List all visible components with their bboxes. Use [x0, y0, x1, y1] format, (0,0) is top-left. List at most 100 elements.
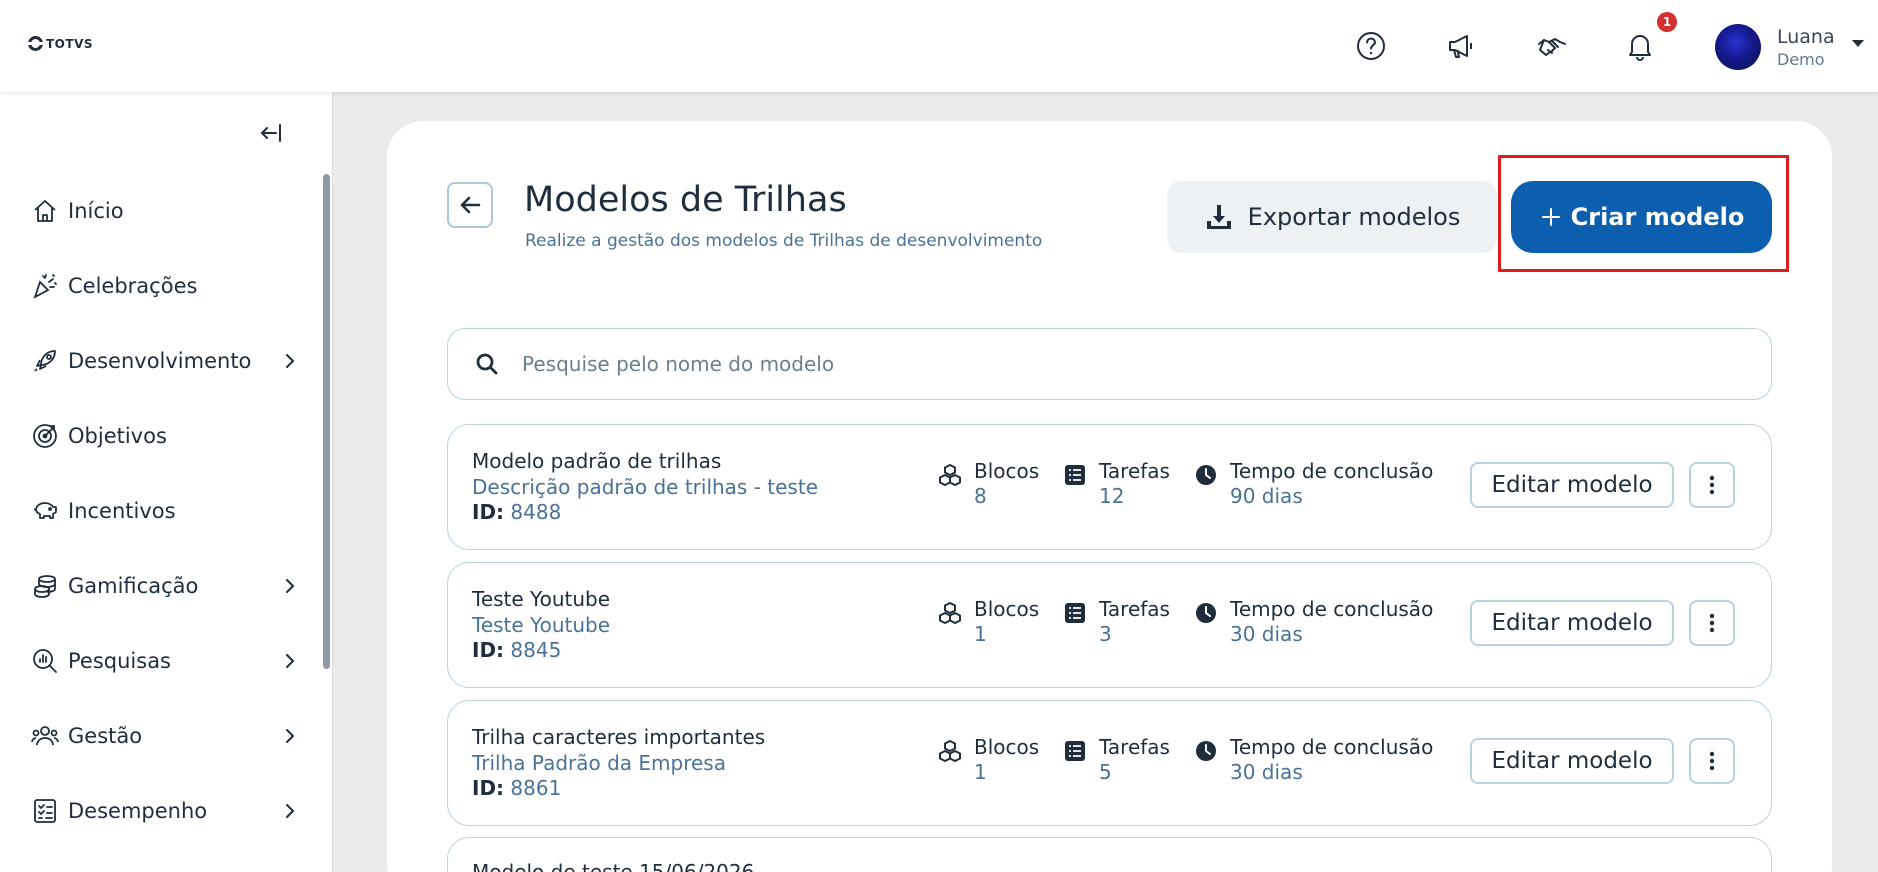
export-models-label: Exportar modelos: [1247, 203, 1461, 231]
sidebar-item-incentivos[interactable]: Incentivos: [30, 489, 300, 533]
stat-value: 8: [974, 484, 987, 508]
stat-value: 30 dias: [1230, 622, 1303, 646]
top-header: TOTVS 1 Luana Demo: [0, 0, 1878, 92]
more-vertical-icon: [1709, 751, 1715, 771]
search-input[interactable]: [522, 352, 1722, 376]
avatar[interactable]: [1715, 24, 1761, 70]
id-value: 8861: [510, 776, 562, 800]
model-id: ID: 8488: [472, 500, 561, 524]
stat-label: Tarefas: [1099, 459, 1170, 483]
id-label: ID:: [472, 776, 505, 800]
more-vertical-icon: [1709, 613, 1715, 633]
chevron-right-icon: [286, 729, 295, 743]
sidebar-item-objetivos[interactable]: Objetivos: [30, 414, 300, 458]
sidebar-item-celebracoes[interactable]: Celebrações: [30, 264, 300, 308]
caret-down-icon[interactable]: [1852, 40, 1864, 47]
sidebar-item-label: Celebrações: [68, 274, 198, 298]
sidebar-item-label: Início: [68, 199, 124, 223]
clock-icon: [1196, 465, 1216, 485]
checklist-icon: [30, 796, 60, 826]
search-field[interactable]: [447, 328, 1772, 400]
clock-icon: [1196, 603, 1216, 623]
model-description: Teste Youtube: [472, 613, 611, 637]
model-description: Trilha Padrão da Empresa: [472, 751, 726, 775]
page-subtitle: Realize a gestão dos modelos de Trilhas …: [525, 231, 1043, 251]
more-options-button[interactable]: [1689, 738, 1735, 784]
stat-label: Blocos: [974, 735, 1040, 759]
stat-value: 1: [974, 760, 987, 784]
stat-label: Tempo de conclusão: [1230, 735, 1434, 759]
stat-value: 5: [1099, 760, 1112, 784]
stat-value: 1: [974, 622, 987, 646]
list-item: Teste Youtube Teste Youtube ID: 8845 Blo…: [447, 562, 1772, 688]
model-name: Modelo padrão de trilhas: [472, 449, 722, 473]
party-icon: [30, 271, 60, 301]
stat-value: 30 dias: [1230, 760, 1303, 784]
edit-model-button[interactable]: Editar modelo: [1470, 462, 1674, 508]
stat-label: Tarefas: [1099, 597, 1170, 621]
totvs-logo[interactable]: TOTVS: [28, 36, 93, 51]
rocket-icon: [30, 346, 60, 376]
sidebar-item-desenvolvimento[interactable]: Desenvolvimento: [30, 339, 300, 383]
export-models-button[interactable]: Exportar modelos: [1167, 181, 1497, 253]
sidebar-item-gamificacao[interactable]: Gamificação: [30, 564, 300, 608]
more-options-button[interactable]: [1689, 462, 1735, 508]
chevron-right-icon: [286, 654, 295, 668]
logo-text: TOTVS: [46, 36, 94, 51]
stat-label: Tempo de conclusão: [1230, 459, 1434, 483]
sidebar-item-pesquisas[interactable]: Pesquisas: [30, 639, 300, 683]
list-item: Modelo padrão de trilhas Descrição padrã…: [447, 424, 1772, 550]
home-icon: [30, 196, 60, 226]
chevron-right-icon: [286, 354, 295, 368]
edit-model-button[interactable]: Editar modelo: [1470, 738, 1674, 784]
model-id: ID: 8845: [472, 638, 561, 662]
arrow-left-icon: [460, 196, 481, 214]
more-vertical-icon: [1709, 475, 1715, 495]
download-icon: [1206, 205, 1231, 229]
back-button[interactable]: [447, 182, 493, 228]
sidebar-scrollbar[interactable]: [323, 174, 330, 669]
sidebar-item-inicio[interactable]: Início: [30, 189, 300, 233]
collapse-sidebar-icon[interactable]: [258, 120, 284, 146]
sidebar-item-label: Pesquisas: [68, 649, 172, 673]
megaphone-icon[interactable]: [1443, 28, 1479, 64]
task-list-icon: [1065, 603, 1085, 623]
page-title: Modelos de Trilhas: [524, 180, 847, 220]
handshake-icon[interactable]: [1534, 28, 1570, 64]
stat-value: 12: [1099, 484, 1125, 508]
edit-model-button[interactable]: Editar modelo: [1470, 600, 1674, 646]
task-list-icon: [1065, 465, 1085, 485]
cubes-icon: [939, 740, 961, 762]
stat-label: Blocos: [974, 459, 1040, 483]
id-value: 8488: [510, 500, 562, 524]
sidebar-item-gestao[interactable]: Gestão: [30, 714, 300, 758]
stat-label: Tarefas: [1099, 735, 1170, 759]
totvs-logo-icon: [28, 36, 43, 51]
notification-badge: 1: [1657, 12, 1677, 32]
target-icon: [30, 421, 60, 451]
id-value: 8845: [510, 638, 562, 662]
id-label: ID:: [472, 500, 505, 524]
clock-icon: [1196, 741, 1216, 761]
more-options-button[interactable]: [1689, 600, 1735, 646]
help-icon[interactable]: [1353, 28, 1389, 64]
model-name: Trilha caracteres importantes: [472, 725, 766, 749]
stat-label: Blocos: [974, 597, 1040, 621]
model-id: ID: 8861: [472, 776, 561, 800]
user-name[interactable]: Luana: [1777, 26, 1835, 48]
sidebar-item-label: Objetivos: [68, 424, 167, 448]
bell-icon[interactable]: [1622, 28, 1658, 64]
sidebar-item-desempenho[interactable]: Desempenho: [30, 789, 300, 833]
model-name: Teste Youtube: [472, 587, 611, 611]
search-chart-icon: [30, 646, 60, 676]
sidebar-item-label: Incentivos: [68, 499, 176, 523]
highlight-annotation: [1498, 155, 1789, 272]
task-list-icon: [1065, 741, 1085, 761]
cubes-icon: [939, 602, 961, 624]
sidebar-item-label: Gamificação: [68, 574, 199, 598]
model-description: Descrição padrão de trilhas - teste: [472, 475, 818, 499]
sidebar-item-label: Gestão: [68, 724, 143, 748]
coins-icon: [30, 571, 60, 601]
chevron-right-icon: [286, 579, 295, 593]
list-item: Modelo de teste 15/06/2026: [447, 837, 1772, 872]
